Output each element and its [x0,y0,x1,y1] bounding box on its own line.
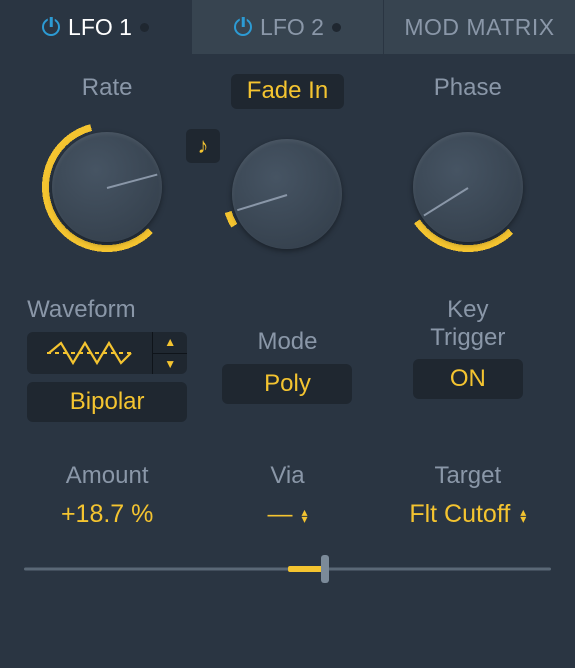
via-value: — [267,500,291,529]
fadein-label[interactable]: Fade In [231,74,344,109]
phase-knob[interactable] [393,112,543,262]
assign-dot-icon [140,23,149,32]
power-icon[interactable] [42,18,60,36]
phase-label: Phase [434,74,502,102]
slider-thumb[interactable] [321,555,329,583]
tab-lfo2[interactable]: LFO 2 [192,0,384,54]
slider-fill [288,566,325,572]
tab-label: MOD MATRIX [404,14,554,41]
rate-column: Rate [32,74,182,262]
bipolar-button[interactable]: Bipolar [27,382,187,422]
amount-label: Amount [66,462,149,490]
waveform-stepper[interactable]: ▲ ▼ [153,332,187,374]
via-select[interactable]: — ▴▾ [267,500,307,529]
tab-bar: LFO 1 LFO 2 MOD MATRIX [0,0,575,54]
target-select[interactable]: Flt Cutoff ▴▾ [409,500,526,529]
via-group: Via — ▴▾ [267,462,307,529]
tab-modmatrix[interactable]: MOD MATRIX [384,0,575,54]
tab-label: LFO 1 [68,14,132,41]
note-icon: ♪ [198,133,209,159]
target-label: Target [434,462,501,490]
via-label: Via [270,462,304,490]
lfo-panel: LFO 1 LFO 2 MOD MATRIX Rate ♪ [0,0,575,668]
mode-group: Mode Poly [222,296,352,422]
rate-knob[interactable] [32,112,182,262]
rate-label: Rate [82,74,133,102]
fadein-knob[interactable] [212,119,362,269]
chevron-down-icon[interactable]: ▼ [153,354,187,375]
tab-lfo1[interactable]: LFO 1 [0,0,192,54]
phase-column: Phase [393,74,543,262]
power-icon[interactable] [234,18,252,36]
mode-button[interactable]: Poly [222,364,352,404]
keytrigger-label: Key Trigger [430,296,505,351]
waveform-display [27,332,153,374]
mode-label: Mode [257,328,317,356]
updown-icon: ▴▾ [520,509,526,523]
amount-slider[interactable] [22,553,553,585]
tab-label: LFO 2 [260,14,324,41]
target-group: Target Flt Cutoff ▴▾ [409,462,526,529]
waveform-select[interactable]: ▲ ▼ [27,332,187,374]
assign-dot-icon [332,23,341,32]
amount-group: Amount +18.7 % [61,462,153,529]
waveform-group: Waveform ▲ ▼ Bipolar [27,296,187,422]
keytrigger-button[interactable]: ON [413,359,523,399]
amount-value[interactable]: +18.7 % [61,500,153,529]
waveform-label: Waveform [27,296,135,324]
chevron-up-icon[interactable]: ▲ [153,332,187,354]
target-value: Flt Cutoff [409,500,510,529]
fadein-column: Fade In [212,74,362,269]
updown-icon: ▴▾ [301,509,307,523]
keytrigger-group: Key Trigger ON [413,296,523,422]
